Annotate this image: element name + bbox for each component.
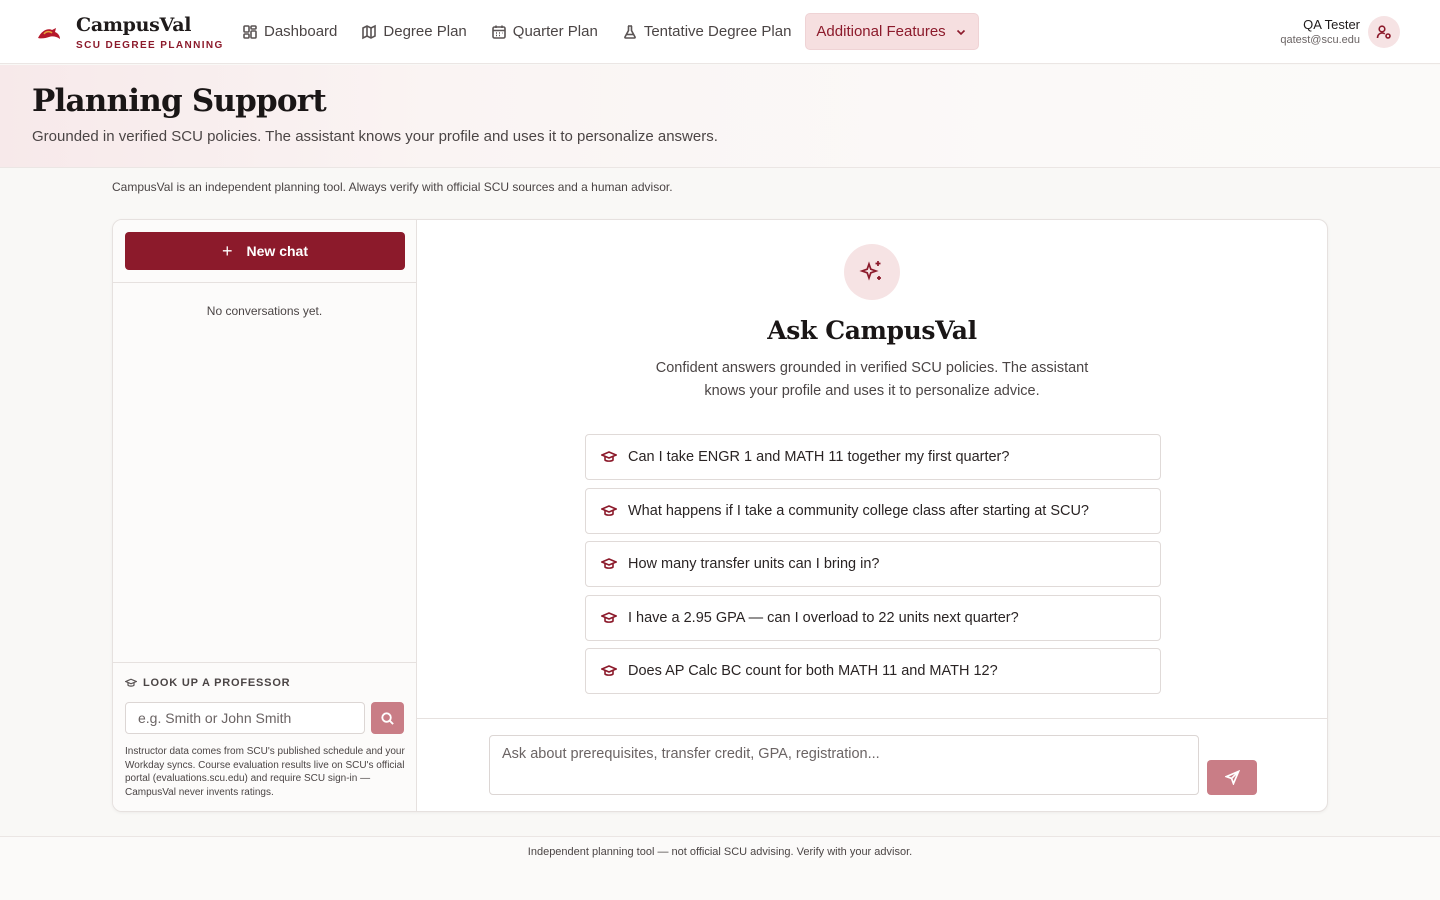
send-icon: [1224, 770, 1240, 785]
suggestion-item[interactable]: How many transfer units can I bring in?: [585, 541, 1161, 587]
empty-conversations-text: No conversations yet.: [206, 304, 323, 318]
nav-dashboard-label: Dashboard: [264, 23, 338, 40]
graduation-cap-icon: [125, 678, 137, 687]
user-email: qatest@scu.edu: [1280, 34, 1360, 46]
chat-message-input[interactable]: Ask about prerequisites, transfer credit…: [489, 735, 1199, 795]
professor-lookup: LOOK UP A PROFESSOR e.g. Smith or John S…: [113, 662, 416, 811]
suggestion-item[interactable]: Can I take ENGR 1 and MATH 11 together m…: [585, 434, 1161, 480]
chat-subtitle: Confident answers grounded in verified S…: [655, 360, 1089, 399]
brand-tagline: SCU DEGREE PLANNING: [76, 40, 224, 51]
suggestion-text: Does AP Calc BC count for both MATH 11 a…: [628, 663, 998, 679]
nav-tentative-degree-plan[interactable]: Tentative Degree Plan: [612, 13, 802, 50]
new-chat-label: New chat: [246, 243, 308, 259]
chat-card: + New chat No conversations yet. LOOK UP…: [112, 219, 1328, 812]
nav-additional-features-dropdown[interactable]: Additional Features: [805, 13, 979, 50]
brand-name: CampusVal: [76, 14, 192, 36]
nav-dashboard[interactable]: Dashboard: [232, 13, 347, 50]
professor-data-note: Instructor data comes from SCU's publish…: [125, 746, 405, 798]
professor-search-button[interactable]: [371, 702, 404, 734]
graduation-cap-icon: [601, 504, 617, 516]
suggestion-item[interactable]: What happens if I take a community colle…: [585, 487, 1161, 534]
chat-panel: Ask CampusVal Confident answers grounded…: [417, 220, 1327, 811]
graduation-cap-icon: [601, 665, 617, 676]
page-subtitle: Grounded in verified SCU policies. The a…: [32, 128, 718, 145]
user-name: QA Tester: [1303, 17, 1360, 32]
nav-degree-plan-label: Degree Plan: [383, 23, 467, 40]
graduation-cap-icon: [601, 611, 617, 623]
map-icon: [362, 24, 377, 39]
flask-icon: [623, 24, 636, 39]
suggestion-text: How many transfer units can I bring in?: [628, 556, 880, 572]
professor-search-input[interactable]: e.g. Smith or John Smith: [125, 702, 365, 734]
professor-lookup-label: LOOK UP A PROFESSOR: [143, 677, 291, 689]
chevron-down-icon: [956, 29, 965, 35]
brand[interactable]: CampusVal SCU DEGREE PLANNING: [36, 14, 224, 53]
main-nav: Dashboard Degree Plan Quarter Plan Tenta…: [232, 13, 983, 50]
plus-icon: +: [222, 241, 233, 261]
nav-quarter-plan-label: Quarter Plan: [512, 23, 598, 40]
user-menu[interactable]: QA Tester qatest@scu.edu: [1280, 16, 1400, 48]
composer: Ask about prerequisites, transfer credit…: [417, 718, 1327, 811]
footer-text: Independent planning tool — not official…: [527, 846, 913, 858]
new-chat-button[interactable]: + New chat: [125, 232, 405, 270]
suggestion-text: What happens if I take a community colle…: [628, 502, 1089, 519]
user-cog-icon: [1376, 25, 1391, 39]
bronco-logo-icon: [38, 27, 60, 39]
page-title: Planning Support: [32, 83, 327, 119]
avatar[interactable]: [1368, 16, 1400, 48]
conversation-sidebar: + New chat No conversations yet. LOOK UP…: [113, 220, 417, 811]
graduation-cap-icon: [601, 451, 617, 462]
divider: [113, 282, 416, 283]
page-header: Planning Support Grounded in verified SC…: [0, 65, 1440, 168]
nav-additional-features-label: Additional Features: [816, 23, 946, 40]
suggestion-item[interactable]: Does AP Calc BC count for both MATH 11 a…: [585, 648, 1161, 694]
assistant-badge: [844, 244, 900, 300]
footer: Independent planning tool — not official…: [0, 836, 1440, 900]
nav-degree-plan[interactable]: Degree Plan: [351, 13, 476, 50]
search-icon: [381, 711, 394, 725]
chat-title: Ask CampusVal: [767, 316, 977, 345]
disclaimer-text: CampusVal is an independent planning too…: [112, 180, 673, 194]
dashboard-icon: [243, 24, 257, 39]
nav-quarter-plan[interactable]: Quarter Plan: [481, 13, 608, 50]
calendar-icon: [491, 25, 506, 39]
sparkles-icon: [859, 261, 881, 281]
graduation-cap-icon: [601, 558, 617, 569]
suggestion-text: Can I take ENGR 1 and MATH 11 together m…: [628, 449, 1010, 465]
suggested-questions: Can I take ENGR 1 and MATH 11 together m…: [585, 434, 1161, 702]
send-button[interactable]: [1207, 760, 1257, 795]
suggestion-text: I have a 2.95 GPA — can I overload to 22…: [628, 609, 1019, 626]
professor-lookup-heading: LOOK UP A PROFESSOR: [125, 677, 290, 689]
suggestion-item[interactable]: I have a 2.95 GPA — can I overload to 22…: [585, 594, 1161, 641]
top-navigation-bar: CampusVal SCU DEGREE PLANNING Dashboard …: [0, 0, 1440, 64]
nav-tentative-degree-plan-label: Tentative Degree Plan: [643, 23, 792, 40]
